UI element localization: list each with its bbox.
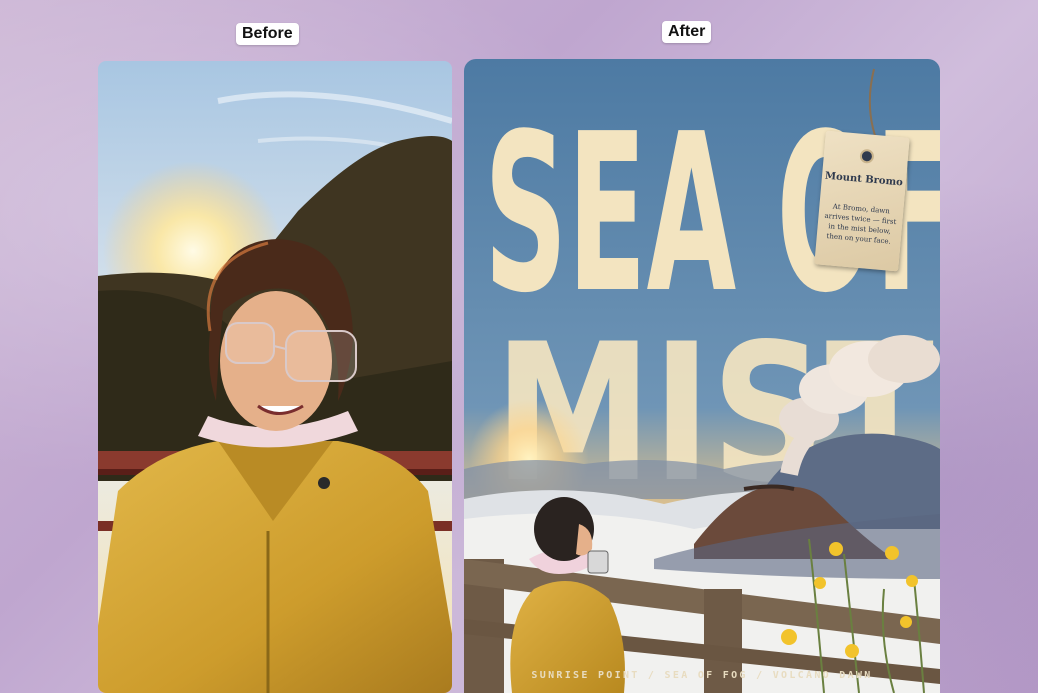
tag-hole-icon (859, 148, 875, 164)
before-label: Before (236, 23, 299, 45)
after-poster: SEA OF MIST Mount Bromo At Bromo, dawn a… (464, 59, 940, 693)
tag-title: Mount Bromo (824, 170, 904, 189)
after-label: After (662, 21, 712, 43)
mount-bromo-tag: Mount Bromo At Bromo, dawn arrives twice… (814, 130, 910, 272)
tag-body: At Bromo, dawn arrives twice — first in … (824, 202, 897, 246)
before-photo-illustration (98, 61, 452, 693)
poster-footer: SUNRISE POINT / SEA OF FOG / VOLCANO DAW… (531, 670, 873, 681)
before-photo (98, 61, 452, 693)
